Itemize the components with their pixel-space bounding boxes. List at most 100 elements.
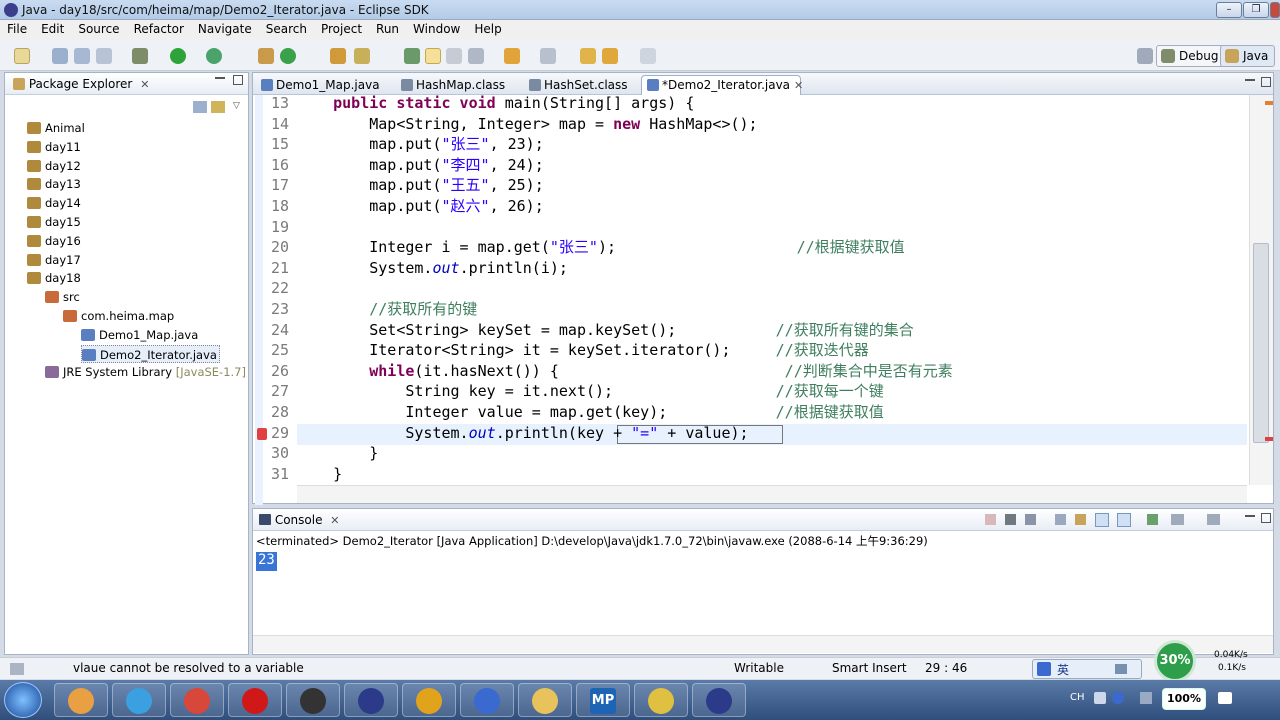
tree-item[interactable]: Demo1_Map.java xyxy=(81,326,198,344)
vertical-scrollbar[interactable] xyxy=(1249,95,1273,485)
help-tray-icon[interactable] xyxy=(1112,692,1124,704)
collapse-all-icon[interactable] xyxy=(193,101,207,113)
pin-console-icon[interactable] xyxy=(1147,514,1158,525)
tree-item[interactable]: day17 xyxy=(27,251,81,269)
tree-item[interactable]: day13 xyxy=(27,175,81,193)
open-perspective-icon[interactable] xyxy=(1137,48,1153,64)
menu-refactor[interactable]: Refactor xyxy=(127,20,191,36)
mark-occurrences-icon[interactable] xyxy=(425,48,441,64)
mp-app-button[interactable]: MP xyxy=(576,683,630,717)
menu-run[interactable]: Run xyxy=(369,20,406,36)
code-line[interactable]: } xyxy=(297,443,378,464)
overview-warning-mark[interactable] xyxy=(1265,101,1273,105)
code-line[interactable]: System.out.println(i); xyxy=(297,258,568,279)
debug-perspective-button[interactable]: Debug xyxy=(1156,45,1226,67)
eclipse-app-button[interactable] xyxy=(344,683,398,717)
maximize-button[interactable]: ❐ xyxy=(1243,2,1269,18)
link-with-editor-icon[interactable] xyxy=(211,101,225,113)
debug-icon[interactable] xyxy=(132,48,148,64)
open-type-icon[interactable] xyxy=(330,48,346,64)
menu-window[interactable]: Window xyxy=(406,20,467,36)
maximize-view-icon[interactable] xyxy=(233,75,243,85)
clear-console-icon[interactable] xyxy=(1055,514,1066,525)
code-line[interactable]: } xyxy=(297,464,342,485)
fast-view-icon[interactable] xyxy=(10,663,24,675)
minimize-button[interactable]: – xyxy=(1216,2,1242,18)
tree-item[interactable]: day12 xyxy=(27,157,81,175)
overview-error-mark[interactable] xyxy=(1265,437,1273,441)
menu-navigate[interactable]: Navigate xyxy=(191,20,259,36)
console-scrollbar[interactable] xyxy=(253,635,1273,653)
tray-ime-icon[interactable] xyxy=(1094,692,1106,704)
save-icon[interactable] xyxy=(52,48,68,64)
qq-app-button[interactable] xyxy=(112,683,166,717)
open-console-icon[interactable] xyxy=(1207,514,1220,525)
close-console-icon[interactable]: ✕ xyxy=(330,514,339,527)
new-icon[interactable] xyxy=(14,48,30,64)
help-app-button[interactable] xyxy=(634,683,688,717)
eclipse2-app-button[interactable] xyxy=(692,683,746,717)
tree-item[interactable]: day11 xyxy=(27,138,81,156)
menu-file[interactable]: File xyxy=(0,20,34,36)
code-line[interactable]: map.put("赵六", 26); xyxy=(297,196,544,217)
code-line[interactable]: while(it.hasNext()) { //判断集合中是否有元素 xyxy=(297,361,953,382)
close-tab-icon[interactable]: ✕ xyxy=(794,79,803,92)
remove-all-icon[interactable] xyxy=(1025,514,1036,525)
new-class-icon[interactable] xyxy=(280,48,296,64)
java-perspective-button[interactable]: Java xyxy=(1220,45,1276,67)
opera-app-button[interactable] xyxy=(228,683,282,717)
next-annotation-icon[interactable] xyxy=(504,48,520,64)
horizontal-scrollbar[interactable] xyxy=(297,485,1247,503)
code-line[interactable]: map.put("张三", 23); xyxy=(297,134,544,155)
code-line[interactable]: map.put("李四", 24); xyxy=(297,155,544,176)
toggle-breadcrumb-icon[interactable] xyxy=(404,48,420,64)
back-icon[interactable] xyxy=(602,48,618,64)
display-console-icon[interactable] xyxy=(1171,514,1184,525)
console-title[interactable]: Console xyxy=(275,513,323,527)
external-tools-icon[interactable] xyxy=(206,48,222,64)
tab-hashset-class[interactable]: HashSet.class xyxy=(523,75,641,95)
new-java-project-icon[interactable] xyxy=(258,48,274,64)
tab-demo2-iterator[interactable]: *Demo2_Iterator.java ✕ xyxy=(641,75,803,95)
scrollbar-thumb[interactable] xyxy=(1253,243,1269,443)
tree-item[interactable]: day14 xyxy=(27,194,81,212)
last-edit-icon[interactable] xyxy=(580,48,596,64)
folder-app-button[interactable] xyxy=(518,683,572,717)
show-whitespace-icon[interactable] xyxy=(468,48,484,64)
code-line[interactable]: Set<String> keySet = map.keySet(); //获取所… xyxy=(297,320,913,341)
code-line[interactable]: map.put("王五", 25); xyxy=(297,175,544,196)
tree-item[interactable]: Demo2_Iterator.java xyxy=(81,344,220,363)
ime-keyboard-icon[interactable] xyxy=(1115,664,1127,674)
tree-item[interactable]: src xyxy=(45,288,80,306)
code-line[interactable]: Map<String, Integer> map = new HashMap<>… xyxy=(297,114,757,135)
ime-indicator[interactable]: CH xyxy=(1070,692,1085,703)
tree-item[interactable]: day16 xyxy=(27,232,81,250)
view-menu-icon[interactable]: ▽ xyxy=(233,101,240,111)
code-line[interactable]: //获取所有的键 xyxy=(297,299,477,320)
ime-toolbar[interactable]: 英 xyxy=(1032,659,1142,679)
terminate-icon[interactable] xyxy=(985,514,996,525)
menu-source[interactable]: Source xyxy=(71,20,126,36)
code-line[interactable]: Iterator<String> it = keySet.iterator();… xyxy=(297,340,868,361)
tree-item[interactable]: JRE System Library [JavaSE-1.7] xyxy=(45,363,246,381)
tab-hashmap-class[interactable]: HashMap.class xyxy=(395,75,523,95)
paint-app-button[interactable] xyxy=(54,683,108,717)
pdf-app-button[interactable] xyxy=(170,683,224,717)
ime-logo-icon[interactable] xyxy=(1037,662,1051,676)
start-button[interactable] xyxy=(4,682,42,718)
speed-ball[interactable]: 30% xyxy=(1154,640,1196,682)
ime-language[interactable]: 英 xyxy=(1057,661,1069,678)
search-tool-icon[interactable] xyxy=(354,48,370,64)
minimize-console-icon[interactable] xyxy=(1245,515,1255,517)
code-line[interactable]: Integer i = map.get("张三"); //根据键获取值 xyxy=(297,237,904,258)
chrome-app-button[interactable] xyxy=(402,683,456,717)
tree-item[interactable]: day15 xyxy=(27,213,81,231)
save-all-icon[interactable] xyxy=(74,48,90,64)
video-app-button[interactable] xyxy=(460,683,514,717)
previous-annotation-icon[interactable] xyxy=(540,48,556,64)
menu-project[interactable]: Project xyxy=(314,20,369,36)
tab-demo1-map[interactable]: Demo1_Map.java xyxy=(255,75,393,95)
remove-launch-icon[interactable] xyxy=(1005,514,1016,525)
block-selection-icon[interactable] xyxy=(446,48,462,64)
code-line[interactable]: String key = it.next(); //获取每一个键 xyxy=(297,381,883,402)
